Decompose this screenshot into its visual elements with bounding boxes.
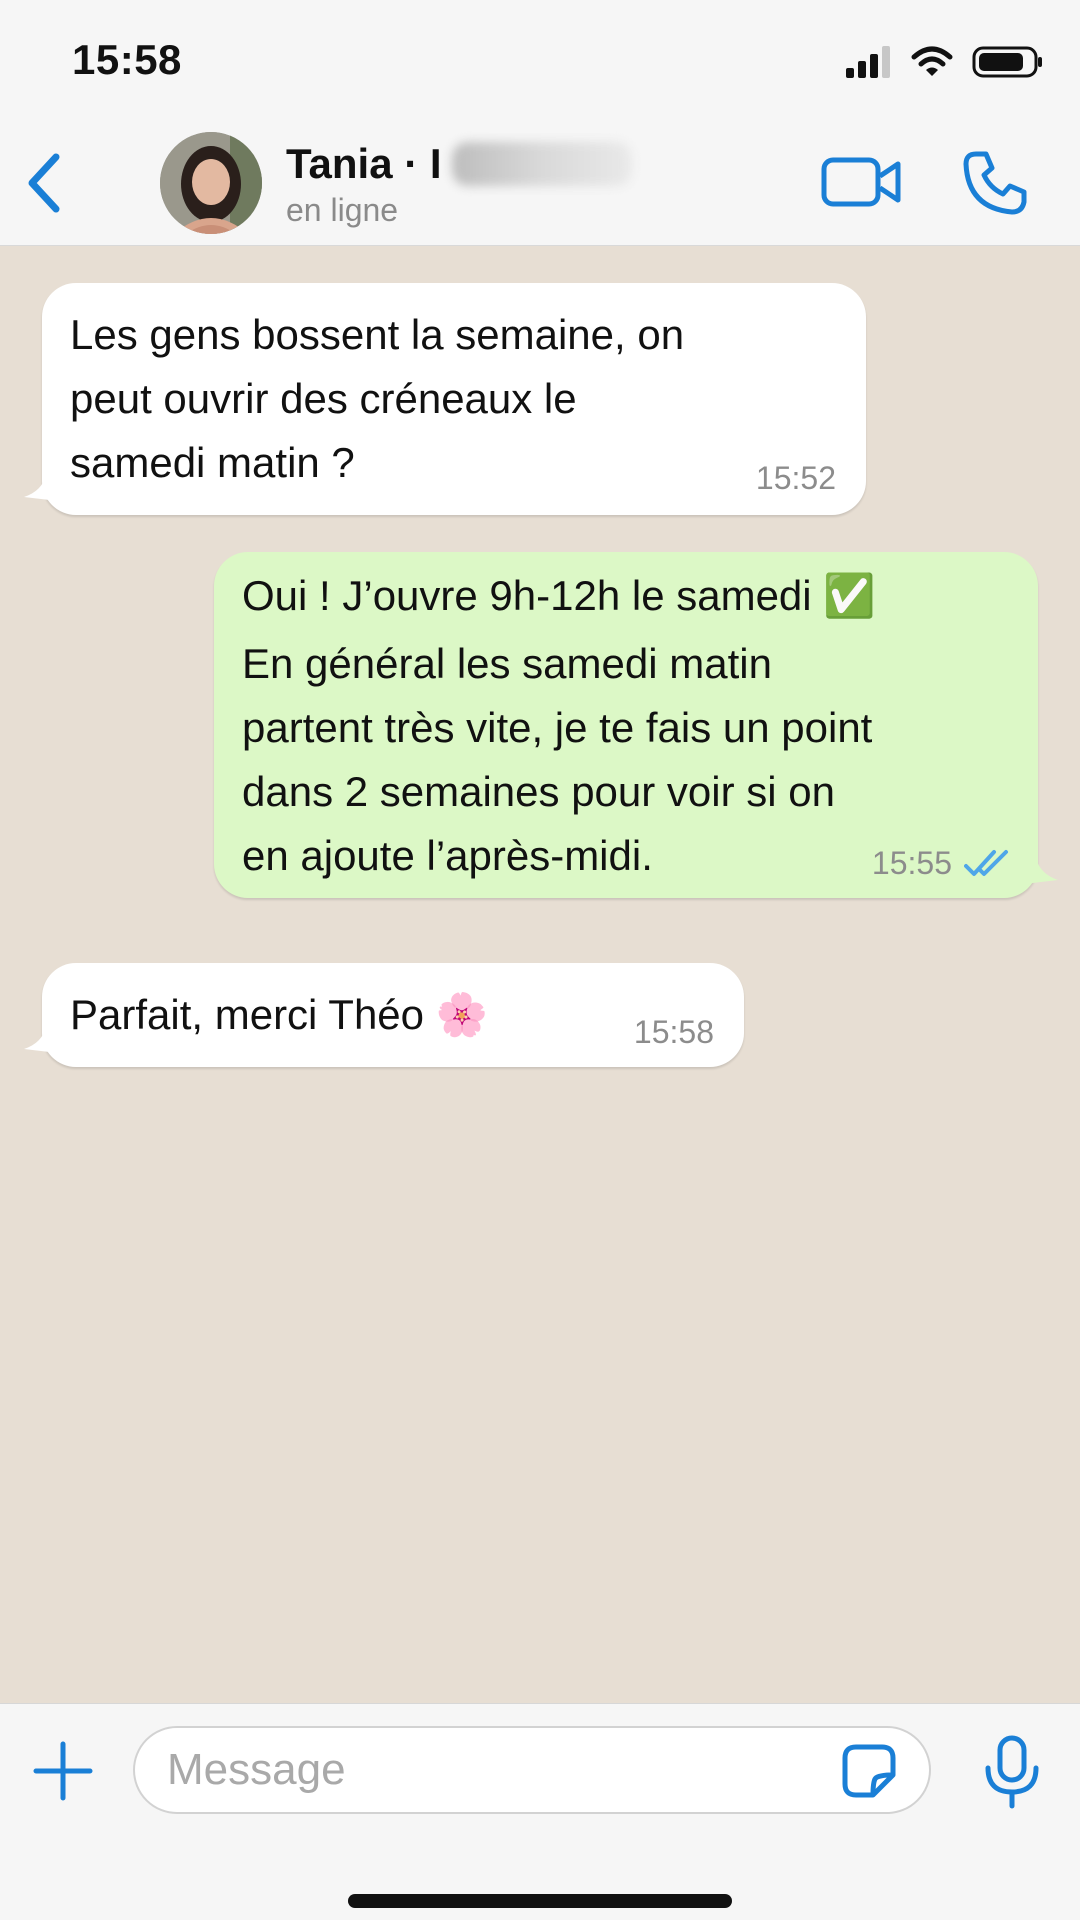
contact-name[interactable]: Tania · I [286, 140, 632, 188]
plus-icon [33, 1741, 93, 1801]
message-line: peut ouvrir des créneaux le [70, 375, 577, 422]
message-line: samedi matin ? [70, 439, 355, 486]
microphone-icon [985, 1735, 1039, 1809]
composer-bar [0, 1703, 1080, 1920]
add-attachment-button[interactable] [32, 1740, 94, 1802]
wifi-icon [911, 46, 953, 76]
incoming-message[interactable]: Les gens bossent la semaine, on peut ouv… [24, 283, 866, 515]
message-line: partent très vite, je te fais un point [242, 704, 873, 751]
read-receipt-icon [964, 850, 1008, 876]
message-line: dans 2 semaines pour voir si on [242, 768, 835, 815]
message-time: 15:58 [633, 1014, 714, 1050]
message-input[interactable] [133, 1726, 931, 1814]
video-call-button[interactable] [820, 152, 904, 212]
contact-status: en ligne [286, 192, 399, 228]
battery-icon [972, 46, 1042, 78]
outgoing-message[interactable]: Oui ! J’ouvre 9h-12h le samedi ✅ En géné… [214, 552, 1058, 898]
video-camera-icon [821, 157, 901, 207]
sticker-icon [842, 1744, 896, 1798]
message-line: Parfait, merci Théo 🌸 [70, 991, 488, 1038]
status-time: 15:58 [72, 36, 182, 83]
message-line: Les gens bossent la semaine, on [70, 311, 685, 358]
bubble-tail [24, 1027, 58, 1053]
redacted-name-blur [451, 142, 632, 186]
bubble-tail [24, 475, 58, 501]
bubble-tail [1024, 858, 1058, 884]
home-indicator[interactable] [348, 1894, 732, 1908]
contact-avatar[interactable] [160, 132, 262, 234]
chat-header: Tania · I en ligne [0, 118, 1080, 246]
message-time: 15:55 [871, 845, 952, 881]
phone-icon [963, 151, 1027, 215]
incoming-message[interactable]: Parfait, merci Théo 🌸 15:58 [24, 963, 744, 1067]
back-button[interactable] [14, 148, 74, 218]
status-bar: 15:58 [0, 0, 1080, 118]
message-line: En général les samedi matin [242, 640, 772, 687]
contact-name-text: Tania · I [286, 140, 442, 187]
chevron-left-icon [28, 153, 60, 213]
message-line: Oui ! J’ouvre 9h-12h le samedi ✅ [242, 572, 876, 619]
status-icons [846, 42, 1044, 82]
chat-area: Les gens bossent la semaine, on peut ouv… [0, 247, 1080, 1703]
voice-call-button[interactable] [960, 148, 1030, 218]
sticker-button[interactable] [840, 1742, 898, 1800]
voice-message-button[interactable] [980, 1734, 1044, 1810]
message-line: en ajoute l’après-midi. [242, 832, 653, 879]
cellular-signal-icon [846, 46, 890, 78]
message-time: 15:52 [755, 460, 836, 496]
